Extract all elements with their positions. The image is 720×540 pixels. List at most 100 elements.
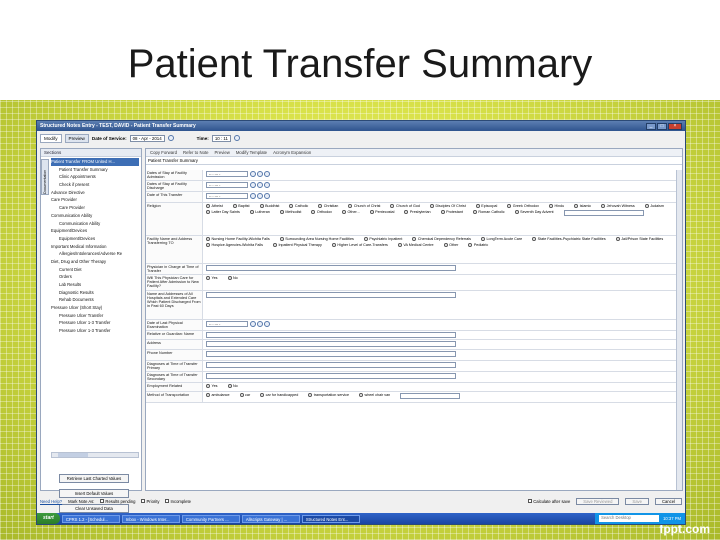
radio-option[interactable]: Higher Level of Care-Transfers <box>331 243 388 247</box>
radio-option[interactable]: Other <box>443 243 458 247</box>
tree-item[interactable]: Equipment/Devices <box>51 235 139 243</box>
radio-button[interactable] <box>308 393 313 397</box>
time-input[interactable]: 10 : 11 <box>211 134 231 142</box>
spin-icon[interactable] <box>250 321 256 327</box>
tree-item[interactable]: Rehab Documents <box>51 296 139 304</box>
radio-option[interactable]: No <box>227 276 238 280</box>
radio-button[interactable] <box>601 204 606 208</box>
radio-button[interactable] <box>227 384 232 388</box>
radio-option[interactable]: Buddhist <box>259 204 279 208</box>
radio-button[interactable] <box>331 243 336 247</box>
text-field[interactable] <box>206 362 456 368</box>
radio-option[interactable]: transportation service <box>308 393 349 397</box>
calendar-icon[interactable] <box>264 171 270 177</box>
taskbar-item[interactable]: CPRS 1.2 - [Schedul... <box>61 514 120 523</box>
radio-option[interactable]: Psychiatric Inpatient <box>363 237 402 241</box>
acronym-expansion-button[interactable]: Acronym Expansion <box>273 150 311 155</box>
radio-button[interactable] <box>472 210 477 214</box>
tree-item[interactable]: Orders <box>51 273 139 281</box>
calculate-after-save-checkbox[interactable]: Calculate after save <box>528 499 570 504</box>
clock-icon[interactable] <box>233 135 240 141</box>
radio-button[interactable] <box>404 210 409 214</box>
text-field[interactable] <box>206 373 456 379</box>
radio-option[interactable]: No <box>227 384 238 388</box>
text-field[interactable] <box>206 332 456 338</box>
radio-option[interactable]: VA Medical Centre <box>397 243 434 247</box>
spin-icon[interactable] <box>250 193 256 199</box>
radio-button[interactable] <box>289 204 294 208</box>
radio-option[interactable]: LongTerm Acute Care <box>480 237 522 241</box>
radio-option[interactable]: ambulance <box>206 393 230 397</box>
calendar-icon[interactable] <box>167 135 174 141</box>
tree-item[interactable]: Diet, Drug and Other Therapy <box>51 258 139 266</box>
documentation-side-tab[interactable]: Documentation <box>41 159 49 195</box>
tree-item[interactable]: Pressure Ulcer Transfer <box>51 312 139 320</box>
tree-item[interactable]: Clinic Appointments <box>51 173 139 181</box>
tree-item[interactable]: Current Diet <box>51 266 139 274</box>
radio-button[interactable] <box>206 204 210 208</box>
date-of-service-input[interactable]: 08 - Apr - 2014 <box>129 134 165 142</box>
maximize-button[interactable]: □ <box>657 122 667 130</box>
radio-button[interactable] <box>514 210 519 214</box>
radio-option[interactable]: Christian <box>318 204 338 208</box>
date-input[interactable]: -- - --- - <box>206 182 248 188</box>
radio-option[interactable]: Baptist <box>232 204 250 208</box>
save-button[interactable]: Save <box>625 497 649 505</box>
radio-option[interactable]: Nursing Home Facility-Wichita Falls <box>206 237 270 241</box>
tree-item[interactable]: Equipment/Devices <box>51 227 139 235</box>
text-field[interactable] <box>206 265 456 271</box>
radio-button[interactable] <box>429 204 434 208</box>
radio-button[interactable] <box>206 210 210 214</box>
radio-option[interactable]: car <box>239 393 250 397</box>
taskbar-item[interactable]: Community Partners ... <box>181 514 240 523</box>
tree-item[interactable]: Communication Ability <box>51 220 139 228</box>
radio-option[interactable]: Presbyterian <box>404 210 431 214</box>
tree-item[interactable]: Allergies/Intolerances/Adverse Re <box>51 250 139 258</box>
radio-option[interactable]: Jail/Prison State Facilities <box>615 237 663 241</box>
retrieve-last-charted-values-button[interactable]: Retrieve Last Charted Values <box>59 474 129 483</box>
radio-button[interactable] <box>480 237 485 241</box>
radio-button[interactable] <box>468 243 473 247</box>
radio-button[interactable] <box>260 393 265 397</box>
tab-modify[interactable]: Modify <box>40 133 62 143</box>
radio-option[interactable]: Islamic <box>574 204 591 208</box>
radio-button[interactable] <box>574 204 579 208</box>
radio-button[interactable] <box>259 204 264 208</box>
radio-option[interactable]: Latter Day Saints <box>206 210 240 214</box>
radio-option[interactable]: State Facilities-Psychiatric State Facil… <box>532 237 606 241</box>
calendar-icon[interactable] <box>264 321 270 327</box>
results-pending-checkbox[interactable]: Results pending <box>100 499 135 504</box>
radio-button[interactable] <box>359 393 364 397</box>
radio-button[interactable] <box>206 276 210 280</box>
radio-button[interactable] <box>206 243 210 247</box>
radio-option[interactable]: Orthodox <box>311 210 332 214</box>
radio-button[interactable] <box>549 204 554 208</box>
radio-option[interactable]: Lutheran <box>249 210 270 214</box>
tree-item[interactable]: Pressure Ulcer 1-3 Transfer <box>51 319 139 327</box>
radio-option[interactable]: Atheist <box>206 204 223 208</box>
tree-item[interactable]: Important Medical Information <box>51 243 139 251</box>
cancel-button[interactable]: Cancel <box>654 497 682 505</box>
radio-option[interactable]: Yes <box>206 276 218 280</box>
text-field[interactable] <box>206 292 456 298</box>
radio-option[interactable]: Hindu <box>549 204 564 208</box>
preview-button[interactable]: Preview <box>215 150 230 155</box>
radio-button[interactable] <box>475 204 480 208</box>
radio-option[interactable]: Judaism <box>644 204 664 208</box>
radio-button[interactable] <box>397 243 402 247</box>
tree-item[interactable]: Patient Transfer Summary <box>51 166 139 174</box>
need-help-link[interactable]: Need Help? <box>40 499 62 504</box>
radio-option[interactable]: Roman Catholic <box>472 210 505 214</box>
radio-option[interactable]: Yes <box>206 384 218 388</box>
radio-option[interactable]: Protestant <box>440 210 463 214</box>
save-reviewed-button[interactable]: Save Reviewed <box>576 497 620 505</box>
copy-forward-button[interactable]: Copy Forward <box>150 150 177 155</box>
radio-button[interactable] <box>206 393 210 397</box>
radio-option[interactable]: Church of God <box>390 204 420 208</box>
text-field[interactable] <box>206 351 456 357</box>
minimize-button[interactable]: _ <box>646 122 656 130</box>
tree-item[interactable]: Lab Results <box>51 281 139 289</box>
spin-icon[interactable] <box>257 171 263 177</box>
radio-button[interactable] <box>227 276 232 280</box>
radio-button[interactable] <box>615 237 620 241</box>
